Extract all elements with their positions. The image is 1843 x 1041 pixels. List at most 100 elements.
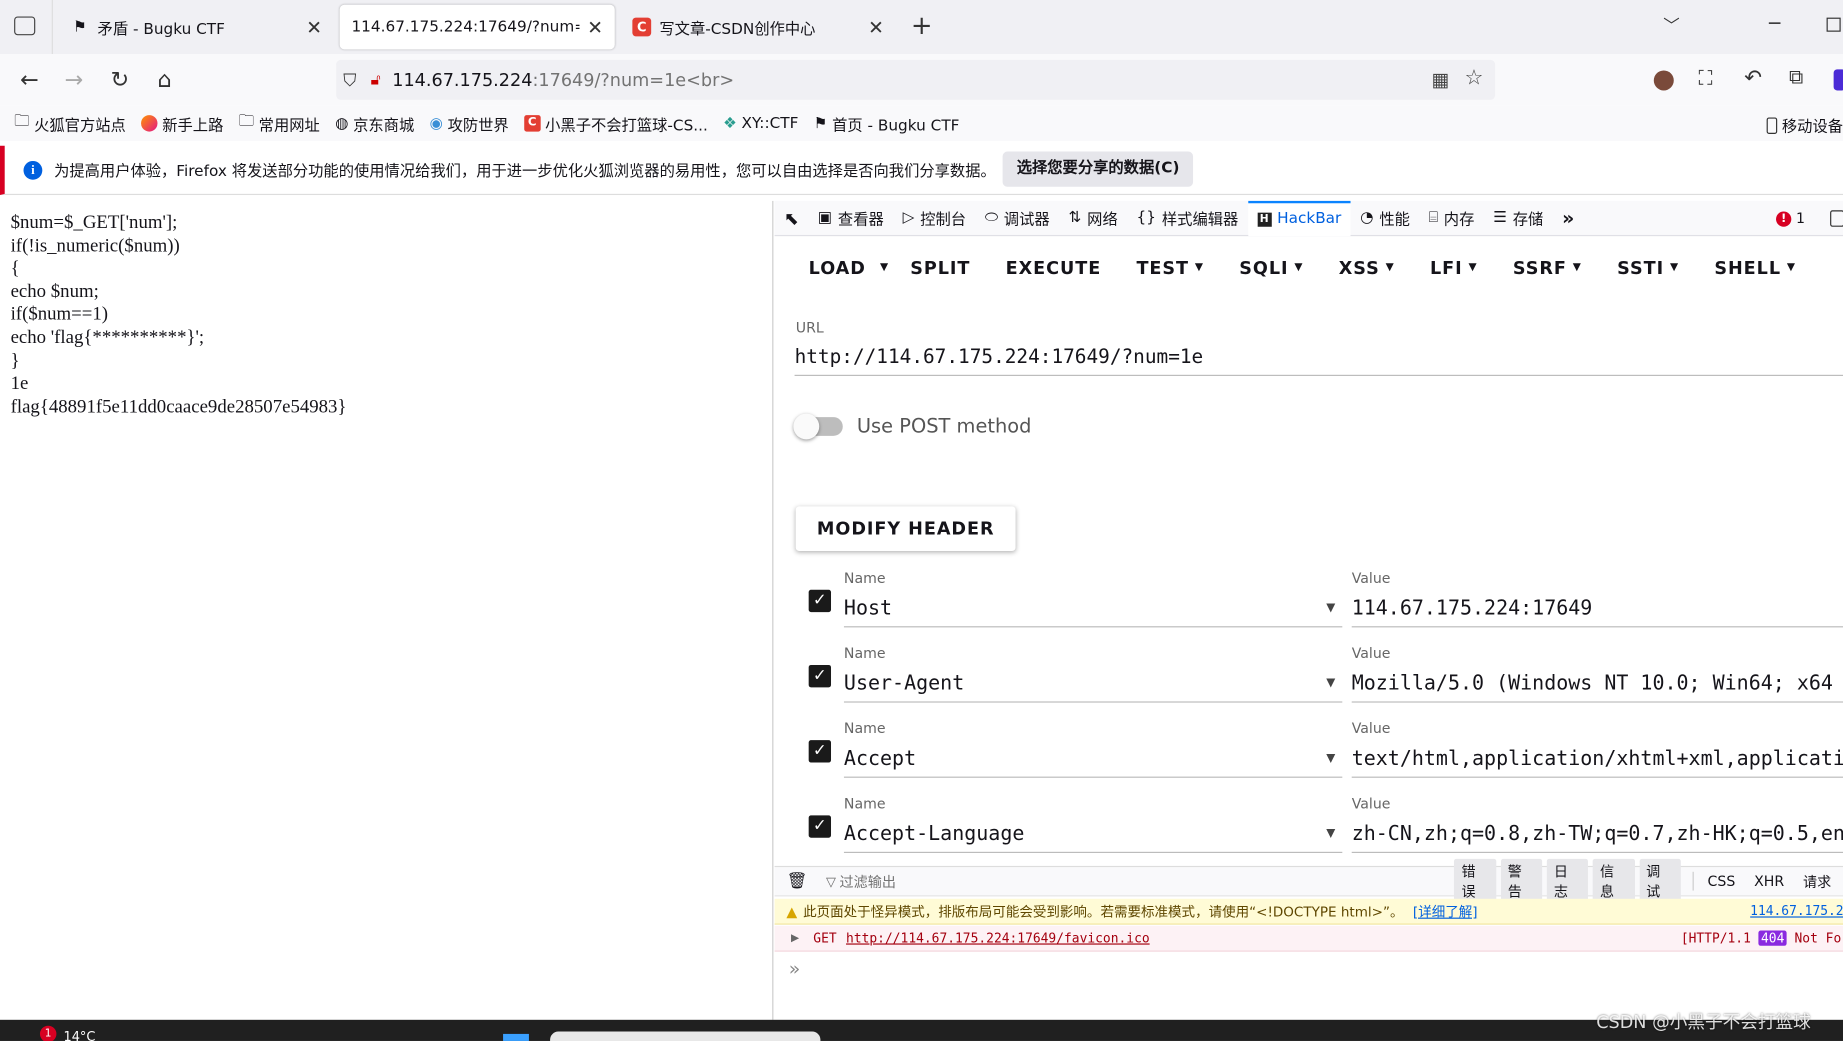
tab-debugger[interactable]: ⬭ 调试器: [975, 200, 1059, 235]
filter-logs[interactable]: 日志: [1546, 858, 1589, 904]
sqli-menu[interactable]: SQLI ▼: [1239, 257, 1303, 278]
tab-maodun[interactable]: ⚑ 矛盾 - Bugku CTF ✕: [59, 5, 334, 50]
tab-network[interactable]: ⇅ 网络: [1059, 200, 1127, 235]
tab-storage[interactable]: ☰ 存储: [1484, 200, 1553, 235]
url-text[interactable]: 114.67.175.224:17649/?num=1e<br>: [392, 69, 734, 90]
close-icon[interactable]: ✕: [306, 16, 322, 38]
bookmark-mobile[interactable]: 移动设备: [1766, 114, 1843, 136]
execute-button[interactable]: EXECUTE: [1006, 257, 1102, 278]
new-tab-button[interactable]: +: [911, 12, 933, 41]
reload-button[interactable]: ↻: [103, 63, 136, 96]
windows-start-icon[interactable]: [503, 1033, 529, 1041]
share-data-button[interactable]: 选择您要分享的数据(C): [1002, 151, 1194, 187]
tab-inspector[interactable]: ▣ 查看器: [808, 200, 893, 235]
lfi-menu[interactable]: LFI ▼: [1430, 257, 1478, 278]
bookmark-csdn[interactable]: C 小黑子不会打篮球-CS...: [523, 112, 708, 135]
header-value-field[interactable]: Value Mozilla/5.0 (Windows NT 10.0; Win64…: [1351, 641, 1843, 703]
navigation-bar: ← → ↻ ⌂ ⛉ 🔓︎ 114.67.175.224:17649/?num=1…: [0, 54, 1843, 106]
caret-down-icon[interactable]: ▼: [1326, 677, 1335, 690]
modify-header-button[interactable]: MODIFY HEADER: [795, 506, 1016, 552]
tab-current[interactable]: 114.67.175.224:17649/?num=1e% ✕: [339, 4, 615, 50]
forward-button[interactable]: →: [58, 63, 91, 96]
tab-hackbar[interactable]: H HackBar: [1247, 200, 1351, 236]
header-value-field[interactable]: Value zh-CN,zh;q=0.8,zh-TW;q=0.7,zh-HK;q=…: [1351, 792, 1843, 853]
bookmark-jd[interactable]: ◍ 京东商城: [335, 112, 414, 135]
hackbar-url-input[interactable]: http://114.67.175.224:17649/?num=1e: [794, 345, 1843, 376]
shell-menu[interactable]: SHELL ▼: [1714, 257, 1796, 278]
post-method-toggle[interactable]: [793, 413, 843, 440]
learn-more-link[interactable]: [详细了解]: [1413, 902, 1478, 921]
shield-icon[interactable]: ⛉: [343, 69, 356, 90]
undo-icon[interactable]: ↶: [1744, 66, 1762, 91]
load-button[interactable]: LOAD: [809, 257, 866, 278]
url-bar[interactable]: ⛉ 🔓︎ 114.67.175.224:17649/?num=1e<br> ▦ …: [336, 59, 1496, 100]
restore-button[interactable]: [1826, 17, 1841, 32]
xss-menu[interactable]: XSS ▼: [1339, 257, 1395, 278]
filter-debug[interactable]: 调试: [1639, 858, 1681, 904]
ssrf-menu[interactable]: SSRF ▼: [1513, 257, 1582, 278]
qr-code-icon[interactable]: ▦: [1432, 68, 1450, 90]
header-name-field[interactable]: Name Accept-Language ▼: [843, 792, 1343, 853]
expand-arrow-icon[interactable]: ▶: [791, 932, 799, 944]
caret-down-icon[interactable]: ▼: [1326, 752, 1335, 765]
tab-console[interactable]: ▷ 控制台: [893, 200, 975, 235]
avatar[interactable]: [1653, 70, 1674, 91]
screenshot-icon[interactable]: ⛶: [1698, 67, 1712, 90]
search-bar[interactable]: [550, 1031, 821, 1041]
more-tabs-icon[interactable]: »: [1553, 200, 1584, 235]
header-checkbox[interactable]: ✓: [808, 740, 832, 763]
filter-xhr[interactable]: XHR: [1747, 871, 1791, 892]
filter-errors[interactable]: 错误: [1454, 858, 1496, 904]
header-value-field[interactable]: Value 114.67.175.224:17649: [1351, 566, 1843, 628]
insecure-lock-icon[interactable]: 🔓︎: [371, 71, 381, 89]
error-count-badge[interactable]: ! 1: [1776, 210, 1805, 227]
weather-temp[interactable]: 14°C: [63, 1029, 95, 1041]
close-icon[interactable]: ✕: [868, 16, 884, 38]
filter-info[interactable]: 信息: [1592, 858, 1635, 904]
hackbar-toolbar-icon[interactable]: [1833, 69, 1843, 91]
request-url-link[interactable]: http://114.67.175.224:17649/favicon.ico: [846, 931, 1150, 946]
bookmark-changyong[interactable]: 🗀 常用网址: [239, 110, 320, 136]
filter-input[interactable]: 过滤输出: [840, 871, 1455, 891]
filter-css[interactable]: CSS: [1701, 871, 1743, 892]
trash-icon[interactable]: 🗑︎: [786, 872, 807, 891]
header-name-field[interactable]: Name User-Agent ▼: [843, 641, 1343, 703]
dock-options-icon[interactable]: [1830, 210, 1843, 227]
bookmark-gongfang[interactable]: ◉ 攻防世界: [430, 112, 509, 135]
test-menu[interactable]: TEST ▼: [1136, 257, 1204, 278]
header-name-field[interactable]: Name Accept ▼: [843, 717, 1343, 778]
bookmark-xinshou[interactable]: 新手上路: [141, 112, 223, 135]
weather-badge: 1: [39, 1025, 57, 1041]
warning-source-link[interactable]: 114.67.175.2: [1750, 903, 1843, 918]
home-button[interactable]: ⌂: [148, 63, 181, 96]
header-checkbox[interactable]: ✓: [808, 589, 832, 613]
header-checkbox[interactable]: ✓: [808, 664, 832, 688]
value-label: Value: [1351, 569, 1391, 587]
extensions-icon[interactable]: ⧉: [1789, 66, 1803, 89]
console-input[interactable]: »: [775, 953, 1843, 984]
caret-down-icon[interactable]: ▼: [1326, 827, 1335, 840]
tab-csdn[interactable]: C 写文章-CSDN创作中心 ✕: [621, 5, 896, 50]
close-icon[interactable]: ✕: [587, 16, 603, 38]
filter-requests[interactable]: 请求: [1796, 869, 1838, 894]
element-picker-icon[interactable]: ⬉: [775, 200, 809, 235]
ssti-menu[interactable]: SSTI ▼: [1617, 257, 1679, 278]
star-icon[interactable]: ☆: [1465, 66, 1484, 91]
chevron-down-icon[interactable]: ﹀: [1663, 14, 1679, 37]
header-name-field[interactable]: Name Host ▼: [843, 566, 1343, 628]
bookmark-huohu[interactable]: 🗀 火狐官方站点: [14, 110, 126, 136]
caret-down-icon[interactable]: ▼: [1326, 602, 1335, 615]
bookmark-xyctf[interactable]: ❖ XY::CTF: [723, 115, 798, 133]
load-dropdown[interactable]: ▼: [880, 262, 889, 274]
minimize-button[interactable]: ─: [1769, 12, 1780, 34]
bookmark-bugku[interactable]: ⚑ 首页 - Bugku CTF: [814, 112, 960, 135]
split-button[interactable]: SPLIT: [910, 257, 970, 278]
tab-performance[interactable]: ◔ 性能: [1351, 200, 1420, 235]
back-button[interactable]: ←: [13, 63, 46, 96]
tab-style-editor[interactable]: {} 样式编辑器: [1127, 200, 1248, 235]
header-value-field[interactable]: Value text/html,application/xhtml+xml,app…: [1351, 717, 1843, 778]
header-checkbox[interactable]: ✓: [808, 815, 832, 838]
tab-memory[interactable]: ⌸ 内存: [1419, 200, 1483, 235]
tab-list-icon[interactable]: [14, 16, 36, 36]
filter-warnings[interactable]: 警告: [1500, 858, 1543, 904]
